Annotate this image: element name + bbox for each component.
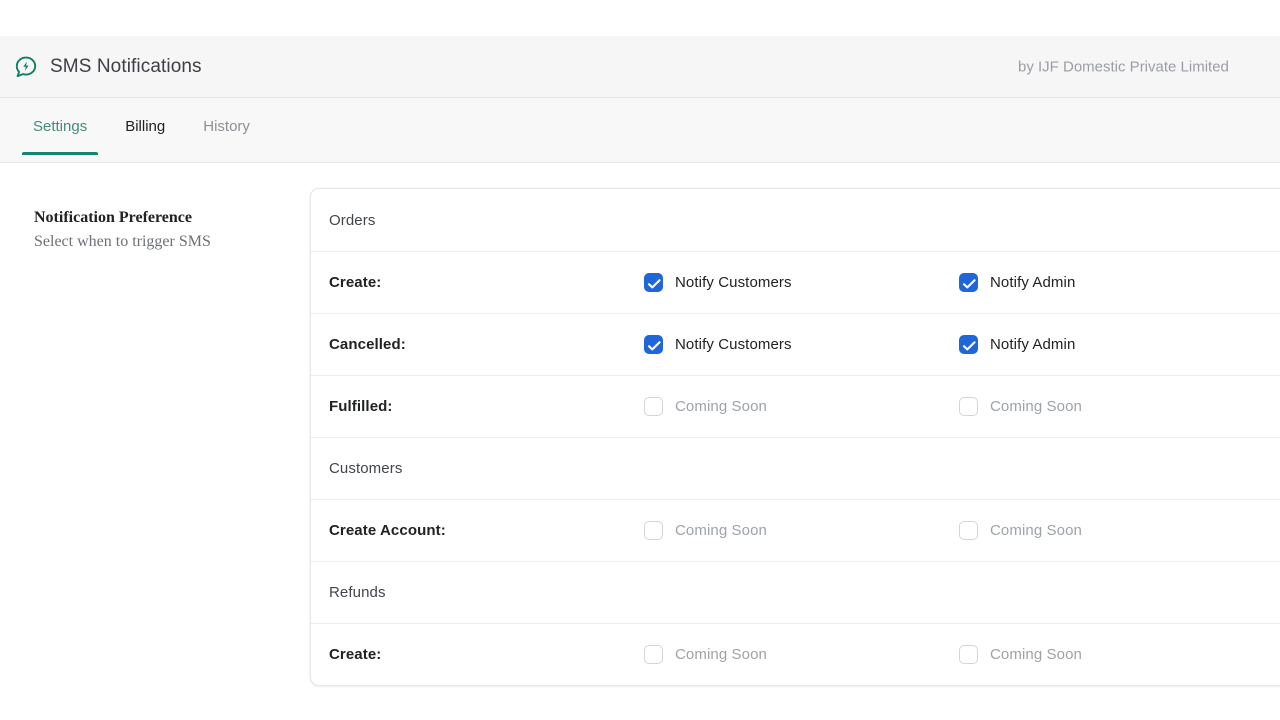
- checkbox-unchecked-icon: [644, 645, 663, 664]
- row-label: Fulfilled:: [329, 398, 644, 415]
- checkbox-checked-icon[interactable]: [959, 335, 978, 354]
- checkbox-label: Notify Admin: [990, 336, 1075, 353]
- checkbox-label: Notify Customers: [675, 274, 792, 291]
- section-header-row: Orders: [311, 189, 1280, 251]
- content-area: Notification Preference Select when to t…: [0, 163, 1280, 720]
- checkbox-coming-soon-admin: Coming Soon: [959, 645, 1274, 664]
- section-header-row: Customers: [311, 437, 1280, 499]
- checkbox-unchecked-icon: [959, 645, 978, 664]
- notification-settings-card: Orders Create: Notify Customers Notify A…: [310, 188, 1280, 686]
- checkbox-notify-customers[interactable]: Notify Customers: [644, 273, 959, 292]
- checkbox-notify-admin[interactable]: Notify Admin: [959, 273, 1274, 292]
- table-row: Cancelled: Notify Customers Notify Admin: [311, 313, 1280, 375]
- checkbox-coming-soon-customers: Coming Soon: [644, 397, 959, 416]
- table-row: Create: Notify Customers Notify Admin: [311, 251, 1280, 313]
- checkbox-label: Notify Customers: [675, 336, 792, 353]
- checkbox-unchecked-icon: [959, 521, 978, 540]
- tab-active-underline: [22, 152, 98, 155]
- app-viewport: SMS Notifications by IJF Domestic Privat…: [0, 0, 1280, 720]
- checkbox-coming-soon-admin: Coming Soon: [959, 521, 1274, 540]
- checkbox-label: Coming Soon: [675, 522, 767, 539]
- panel-title: Notification Preference: [34, 207, 284, 229]
- checkbox-coming-soon-customers: Coming Soon: [644, 645, 959, 664]
- checkbox-label: Coming Soon: [675, 398, 767, 415]
- top-white-strip: [0, 0, 1280, 36]
- checkbox-checked-icon[interactable]: [644, 335, 663, 354]
- tab-settings-label: Settings: [33, 119, 87, 134]
- checkbox-label: Notify Admin: [990, 274, 1075, 291]
- checkbox-label: Coming Soon: [675, 646, 767, 663]
- table-row: Fulfilled: Coming Soon Coming Soon: [311, 375, 1280, 437]
- tab-billing-label: Billing: [125, 119, 165, 134]
- checkbox-coming-soon-customers: Coming Soon: [644, 521, 959, 540]
- table-row: Create Account: Coming Soon Coming Soon: [311, 499, 1280, 561]
- table-row: Create: Coming Soon Coming Soon: [311, 623, 1280, 685]
- checkbox-notify-admin[interactable]: Notify Admin: [959, 335, 1274, 354]
- checkbox-unchecked-icon: [959, 397, 978, 416]
- app-byline: by IJF Domestic Private Limited: [1018, 58, 1280, 75]
- section-label: Orders: [329, 212, 375, 229]
- tab-history[interactable]: History: [192, 98, 261, 154]
- section-label: Refunds: [329, 584, 386, 601]
- panel-subtitle: Select when to trigger SMS: [34, 231, 284, 253]
- tab-history-label: History: [203, 119, 250, 134]
- section-label: Customers: [329, 460, 402, 477]
- tab-settings[interactable]: Settings: [22, 98, 98, 154]
- tab-bar: Settings Billing History: [0, 98, 1280, 163]
- app-header: SMS Notifications by IJF Domestic Privat…: [0, 36, 1280, 98]
- checkbox-unchecked-icon: [644, 521, 663, 540]
- checkbox-notify-customers[interactable]: Notify Customers: [644, 335, 959, 354]
- notification-preference-panel: Notification Preference Select when to t…: [34, 207, 284, 253]
- checkbox-checked-icon[interactable]: [644, 273, 663, 292]
- tab-billing[interactable]: Billing: [114, 98, 176, 154]
- checkbox-label: Coming Soon: [990, 646, 1082, 663]
- page-title: SMS Notifications: [50, 56, 202, 78]
- row-label: Create:: [329, 274, 644, 291]
- checkbox-coming-soon-admin: Coming Soon: [959, 397, 1274, 416]
- section-header-row: Refunds: [311, 561, 1280, 623]
- row-label: Create:: [329, 646, 644, 663]
- checkbox-label: Coming Soon: [990, 522, 1082, 539]
- checkbox-checked-icon[interactable]: [959, 273, 978, 292]
- row-label: Create Account:: [329, 522, 644, 539]
- checkbox-unchecked-icon: [644, 397, 663, 416]
- chat-bubble-lightning-icon: [14, 55, 38, 79]
- checkbox-label: Coming Soon: [990, 398, 1082, 415]
- row-label: Cancelled:: [329, 336, 644, 353]
